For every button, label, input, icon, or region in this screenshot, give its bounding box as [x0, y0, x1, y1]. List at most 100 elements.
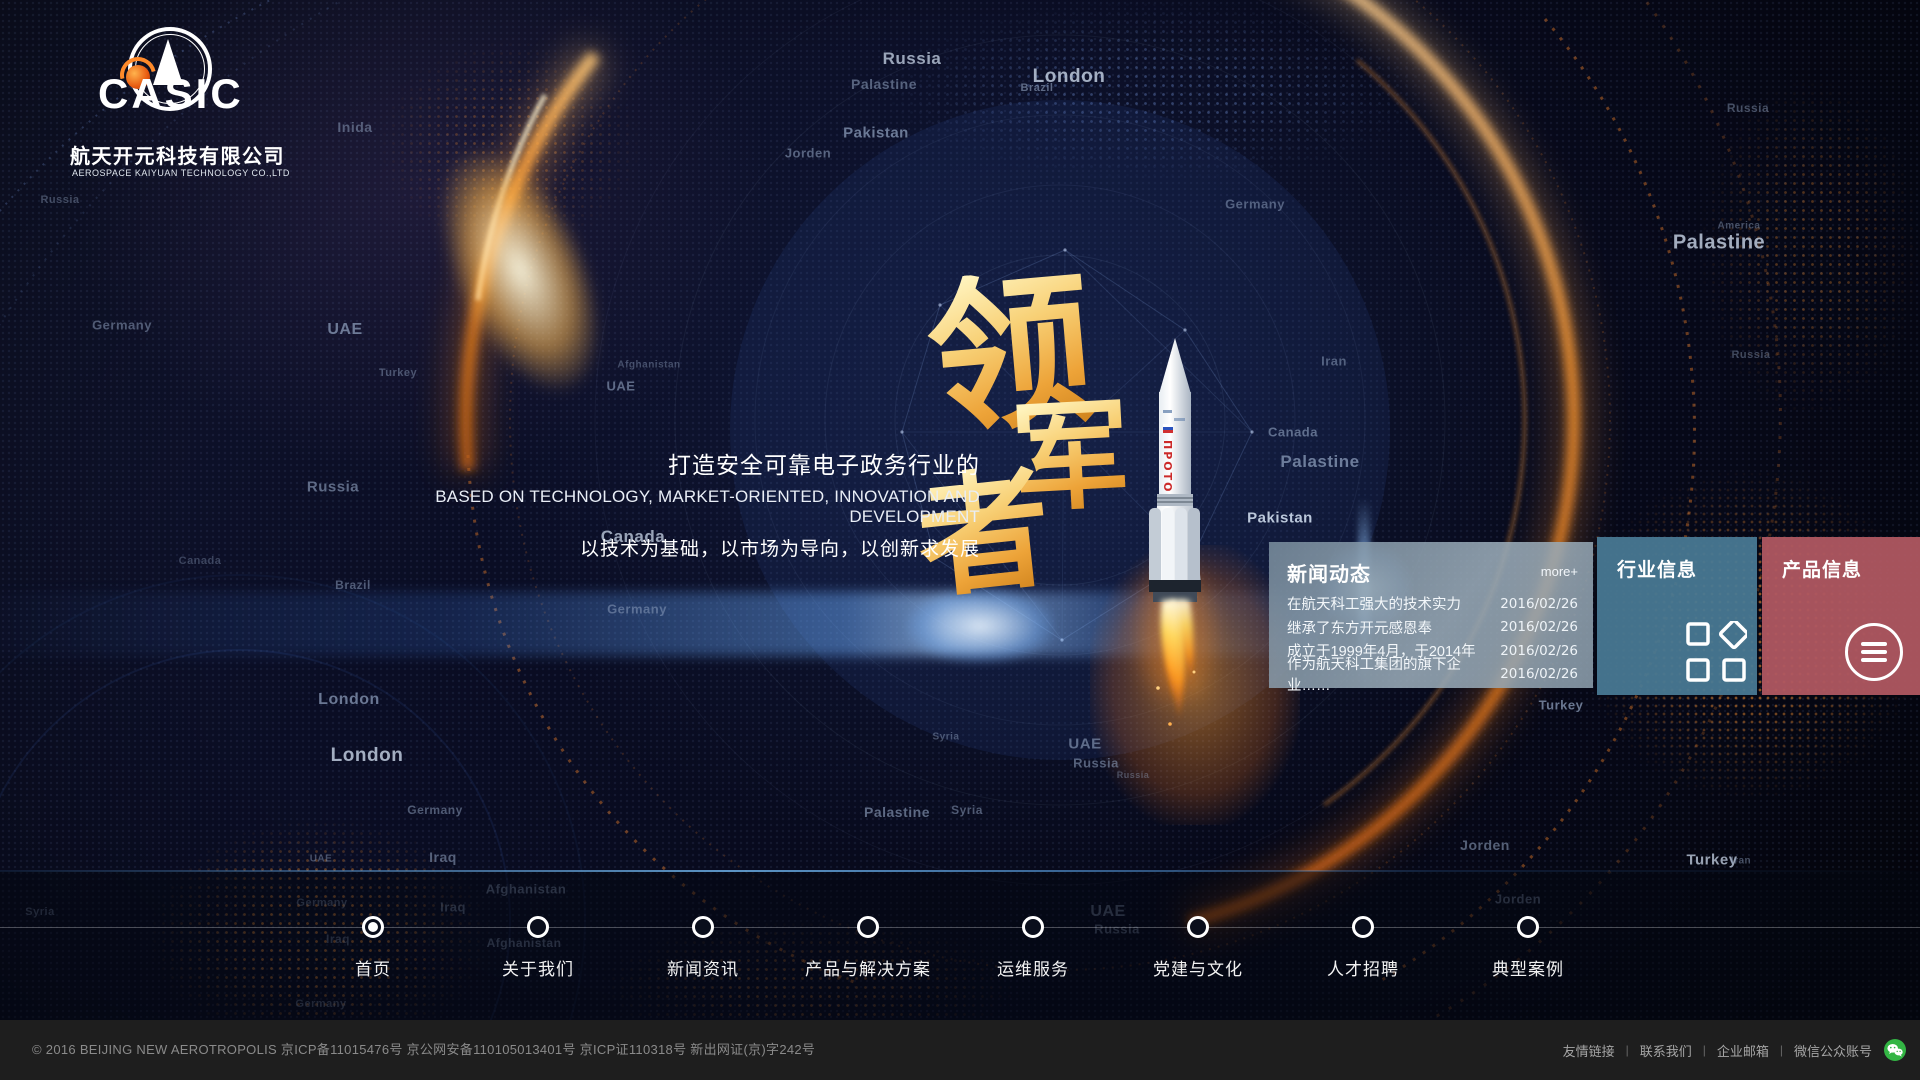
footer-link-company-mail[interactable]: 企业邮箱	[1717, 1041, 1769, 1060]
nav-item-label: 运维服务	[948, 955, 1118, 980]
nav-item-party[interactable]: 党建与文化	[1113, 916, 1283, 980]
map-label: Jorden	[785, 146, 831, 161]
map-label: London	[318, 691, 380, 709]
map-label: Turkey	[1686, 852, 1737, 869]
map-label: Brazil	[1021, 82, 1054, 94]
map-label: Germany	[92, 318, 152, 333]
map-label: Turkey	[379, 367, 417, 379]
map-label: Pakistan	[843, 125, 909, 142]
map-label: Russia	[40, 194, 79, 206]
map-label: Brazil	[335, 578, 371, 592]
map-label: Iraq	[429, 849, 457, 865]
news-item-text: 在航天科工强大的技术实力	[1287, 593, 1461, 614]
footer-link-friend-links[interactable]: 友情链接	[1563, 1041, 1615, 1060]
news-title: 新闻动态	[1287, 558, 1371, 587]
map-label: Canada	[179, 555, 222, 567]
map-label: Jorden	[1460, 837, 1510, 853]
product-panel[interactable]: 产品信息	[1762, 537, 1920, 695]
nav-dot-icon	[1187, 916, 1209, 938]
map-label: Iran	[1731, 856, 1751, 867]
map-label: America	[1718, 221, 1761, 232]
news-item-2[interactable]: 继承了东方开元感恩奉 2016/02/26	[1269, 616, 1593, 640]
nav-dot-icon	[527, 916, 549, 938]
company-name-cn: 航天开元科技有限公司	[70, 140, 285, 169]
industry-panel-title: 行业信息	[1617, 555, 1697, 582]
nav-item-label: 典型案例	[1443, 955, 1613, 980]
nav-dot-icon	[1352, 916, 1374, 938]
map-label: Canada	[1268, 425, 1318, 440]
footer-link-separator: |	[1703, 1043, 1706, 1057]
tagline-en-line: BASED ON TECHNOLOGY, MARKET-ORIENTED, IN…	[300, 487, 980, 527]
news-item-date: 2016/02/26	[1500, 643, 1578, 659]
map-label: UAE	[327, 321, 362, 339]
news-item-text: 继承了东方开元感恩奉	[1287, 617, 1432, 638]
nav-item-careers[interactable]: 人才招聘	[1278, 916, 1448, 980]
orange-dots-cluster	[1700, 80, 1920, 420]
orange-flare-core	[408, 125, 633, 415]
news-item-date: 2016/02/26	[1500, 596, 1578, 612]
nav-dot-icon	[1517, 916, 1539, 938]
copyright-text: © 2016 BEIJING NEW AEROTROPOLIS 京ICP备110…	[32, 1020, 815, 1080]
map-label: Pakistan	[1247, 510, 1313, 527]
nav-item-label: 党建与文化	[1113, 955, 1283, 980]
footer-link-separator: |	[1626, 1043, 1629, 1057]
nav-item-news[interactable]: 新闻资讯	[618, 916, 788, 980]
footer: © 2016 BEIJING NEW AEROTROPOLIS 京ICP备110…	[0, 1020, 1920, 1080]
footer-link-separator: |	[1780, 1043, 1783, 1057]
product-panel-title: 产品信息	[1782, 555, 1862, 582]
news-item-1[interactable]: 在航天科工强大的技术实力 2016/02/26	[1269, 592, 1593, 616]
map-label: Palastine	[1280, 452, 1359, 472]
news-list: 在航天科工强大的技术实力 2016/02/26 继承了东方开元感恩奉 2016/02/…	[1269, 592, 1593, 686]
news-panel: 新闻动态 more+ 在航天科工强大的技术实力2016/02/26继承了东方开元…	[1269, 542, 1593, 688]
logo-text: CASIC	[98, 70, 244, 118]
rocket-image: ПРОТОН	[1118, 332, 1248, 732]
news-item-4[interactable]: 作为航天科工集团的旗下企业……2016/02/26	[1269, 663, 1593, 687]
footer-links: 友情链接 | 联系我们 | 企业邮箱 | 微信公众账号	[1563, 1020, 1906, 1080]
nav-item-about[interactable]: 关于我们	[453, 916, 623, 980]
nav-item-label: 人才招聘	[1278, 955, 1448, 980]
wechat-icon[interactable]	[1884, 1039, 1906, 1061]
map-label: London	[1033, 66, 1106, 88]
nav-item-operations[interactable]: 运维服务	[948, 916, 1118, 980]
nav-dot-icon	[857, 916, 879, 938]
map-label: Palastine	[864, 804, 930, 820]
map-label: London	[331, 745, 404, 767]
nav-item-home[interactable]: 首页	[288, 916, 458, 980]
nav-item-cases[interactable]: 典型案例	[1443, 916, 1613, 980]
footer-link-wechat-account[interactable]: 微信公众账号	[1794, 1041, 1872, 1060]
map-label: Iran	[1321, 354, 1347, 369]
news-item-date: 2016/02/26	[1500, 666, 1578, 682]
map-label: UAE	[607, 379, 636, 394]
news-more-link[interactable]: more+	[1541, 564, 1578, 579]
nav-item-label: 关于我们	[453, 955, 623, 980]
circle-menu-icon[interactable]	[1845, 623, 1903, 681]
hero-tagline: 打造安全可靠电子政务行业的 BASED ON TECHNOLOGY, MARKE…	[300, 446, 980, 561]
map-label: Russia	[1727, 101, 1769, 115]
map-label: Russia	[1731, 349, 1770, 361]
news-item-date: 2016/02/26	[1500, 619, 1578, 635]
map-label: Russia	[883, 49, 942, 69]
nav-dot-icon	[362, 916, 384, 938]
page: Russia London Palastine Brazil Pakistan Jorde…	[0, 0, 1920, 1080]
map-label: Syria	[933, 732, 960, 743]
footer-link-contact-us[interactable]: 联系我们	[1640, 1041, 1692, 1060]
nav-item-label: 新闻资讯	[618, 955, 788, 980]
nav-item-solutions[interactable]: 产品与解决方案	[783, 916, 953, 980]
blue-dots-cluster	[880, 0, 1440, 180]
map-label: Palastine	[1673, 232, 1765, 255]
map-label: Syria	[951, 803, 983, 817]
nav-dot-icon	[1022, 916, 1044, 938]
map-label: Turkey	[1539, 698, 1584, 713]
map-label: UAE	[310, 854, 333, 865]
brand-logo[interactable]: CASIC 航天开元科技有限公司 AEROSPACE KAIYUAN TECHN…	[70, 18, 360, 178]
bottom-nav-band: 首页关于我们新闻资讯产品与解决方案运维服务党建与文化人才招聘典型案例	[0, 871, 1920, 1020]
map-label: Germany	[407, 803, 463, 817]
company-name-en: AEROSPACE KAIYUAN TECHNOLOGY CO.,LTD	[72, 168, 290, 178]
nav-item-label: 产品与解决方案	[783, 955, 953, 980]
industry-panel[interactable]: 行业信息	[1597, 537, 1757, 695]
news-item-text: 作为航天科工集团的旗下企业……	[1287, 653, 1500, 695]
nav-dot-icon	[692, 916, 714, 938]
nav-item-label: 首页	[288, 955, 458, 980]
tagline-cn-line1: 打造安全可靠电子政务行业的	[300, 446, 980, 480]
map-label: Germany	[1225, 197, 1285, 212]
